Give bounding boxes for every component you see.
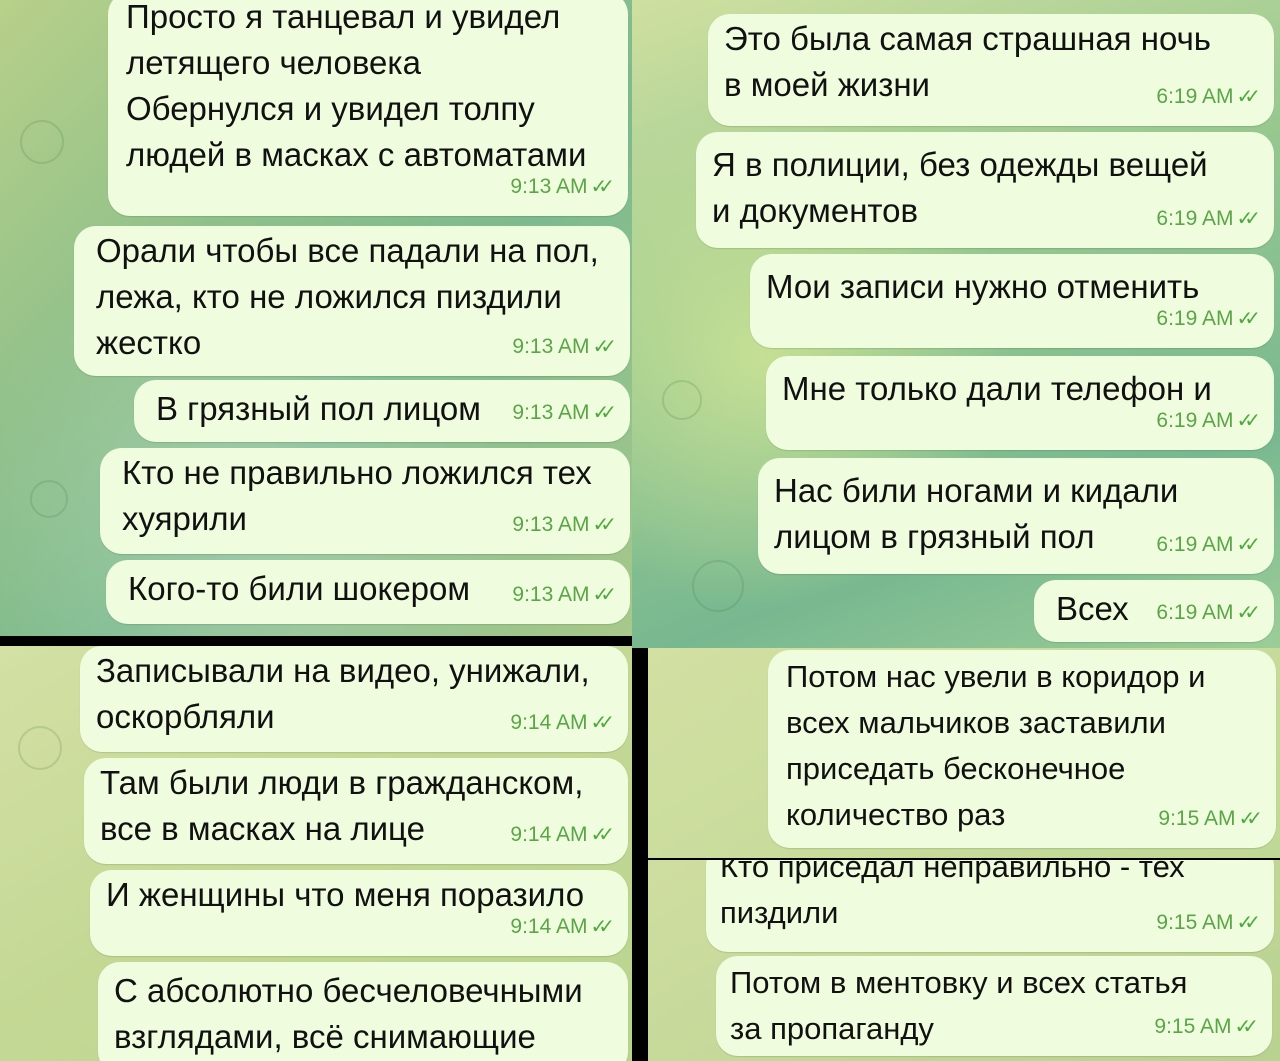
wallpaper-doodle xyxy=(30,480,68,518)
message-time: 9:13 AM xyxy=(512,335,590,358)
message-time: 6:19 AM xyxy=(1156,533,1234,556)
message-time: 6:19 AM xyxy=(1156,307,1234,330)
chat-panel-bottom-right-lower: Кто приседал неправильно - тех пиздили 9… xyxy=(648,860,1280,1061)
message-meta: 6:19 AM ✓✓ xyxy=(1156,296,1260,342)
read-checkmarks-icon: ✓✓ xyxy=(590,176,614,198)
message-meta: 9:13 AM ✓✓ xyxy=(510,164,614,210)
read-checkmarks-icon: ✓✓ xyxy=(1236,534,1260,556)
message-meta: 6:19 AM ✓✓ xyxy=(1156,522,1260,568)
message-meta: 9:15 AM ✓✓ xyxy=(1156,900,1260,946)
message-time: 6:19 AM xyxy=(1156,601,1234,624)
read-checkmarks-icon: ✓✓ xyxy=(1236,308,1260,330)
read-checkmarks-icon: ✓✓ xyxy=(1236,208,1260,230)
message-time: 9:13 AM xyxy=(512,401,590,424)
message-meta: 6:19 AM ✓✓ xyxy=(1156,398,1260,444)
message-bubble[interactable]: Потом в ментовку и всех статья за пропаг… xyxy=(716,956,1272,1056)
wallpaper-doodle xyxy=(20,120,64,164)
message-time: 6:19 AM xyxy=(1156,409,1234,432)
message-time: 6:19 AM xyxy=(1156,85,1234,108)
read-checkmarks-icon: ✓✓ xyxy=(590,712,614,734)
read-checkmarks-icon: ✓✓ xyxy=(592,514,616,536)
message-time: 9:14 AM xyxy=(510,711,588,734)
read-checkmarks-icon: ✓✓ xyxy=(1236,602,1260,624)
message-bubble[interactable]: Там были люди в гражданском, все в маска… xyxy=(84,758,628,864)
message-bubble[interactable]: Я в полиции, без одежды вещей и документ… xyxy=(696,132,1274,248)
chat-panel-bottom-left: Записывали на видео, унижали, оскорбляли… xyxy=(0,646,632,1061)
read-checkmarks-icon: ✓✓ xyxy=(592,336,616,358)
message-bubble[interactable]: И женщины что меня поразило 9:14 AM ✓✓ xyxy=(90,870,628,956)
message-bubble[interactable]: В грязный пол лицом 9:13 AM ✓✓ xyxy=(134,380,630,442)
read-checkmarks-icon: ✓✓ xyxy=(1236,912,1260,934)
message-bubble[interactable]: Просто я танцевал и увидел летящего чело… xyxy=(108,0,628,216)
message-meta: 6:19 AM ✓✓ xyxy=(1156,590,1260,636)
message-bubble[interactable]: Мне только дали телефон и 6:19 AM ✓✓ xyxy=(766,356,1274,450)
message-meta: 6:19 AM ✓✓ xyxy=(1156,74,1260,120)
message-time: 6:19 AM xyxy=(1156,207,1234,230)
wallpaper-doodle xyxy=(692,560,744,612)
wallpaper-doodle xyxy=(662,380,702,420)
message-text: Просто я танцевал и увидел летящего чело… xyxy=(126,0,587,173)
chat-panel-bottom-right-upper: Потом нас увели в коридор и всех мальчик… xyxy=(648,648,1280,858)
message-meta: 9:15 AM ✓✓ xyxy=(1158,796,1262,842)
message-time: 9:15 AM xyxy=(1154,1015,1232,1038)
message-bubble[interactable]: Потом нас увели в коридор и всех мальчик… xyxy=(768,650,1276,848)
read-checkmarks-icon: ✓✓ xyxy=(592,402,616,424)
message-text: С абсолютно бесчеловечными взглядами, вс… xyxy=(114,972,583,1055)
wallpaper-doodle xyxy=(18,726,62,770)
message-meta: 9:14 AM ✓✓ xyxy=(510,700,614,746)
message-bubble[interactable]: Записывали на видео, унижали, оскорбляли… xyxy=(80,646,628,752)
message-time: 9:13 AM xyxy=(512,513,590,536)
message-bubble[interactable]: Кто приседал неправильно - тех пиздили 9… xyxy=(706,860,1274,952)
read-checkmarks-icon: ✓✓ xyxy=(1236,410,1260,432)
message-bubble[interactable]: Кого-то били шокером 9:13 AM ✓✓ xyxy=(106,560,630,624)
message-meta: 6:19 AM ✓✓ xyxy=(1156,196,1260,242)
chat-panel-top-right: Это была самая страшная ночь в моей жизн… xyxy=(632,0,1280,648)
message-time: 9:15 AM xyxy=(1156,911,1234,934)
read-checkmarks-icon: ✓✓ xyxy=(1236,86,1260,108)
message-meta: 9:14 AM ✓✓ xyxy=(510,904,614,950)
message-bubble[interactable]: Нас били ногами и кидали лицом в грязный… xyxy=(758,458,1274,574)
message-time: 9:13 AM xyxy=(510,175,588,198)
message-time: 9:14 AM xyxy=(510,915,588,938)
message-bubble[interactable]: С абсолютно бесчеловечными взглядами, вс… xyxy=(98,962,628,1061)
message-bubble[interactable]: Орали чтобы все падали на пол, лежа, кто… xyxy=(74,226,630,376)
message-meta: 9:14 AM ✓✓ xyxy=(510,812,614,858)
message-bubble[interactable]: Кто не правильно ложился тех хуярили 9:1… xyxy=(100,448,630,554)
read-checkmarks-icon: ✓✓ xyxy=(592,584,616,606)
message-bubble[interactable]: Мои записи нужно отменить 6:19 AM ✓✓ xyxy=(750,254,1274,348)
read-checkmarks-icon: ✓✓ xyxy=(1238,808,1262,830)
message-meta: 9:13 AM ✓✓ xyxy=(512,502,616,548)
message-time: 9:13 AM xyxy=(512,583,590,606)
message-bubble[interactable]: Это была самая страшная ночь в моей жизн… xyxy=(708,14,1274,126)
message-time: 9:14 AM xyxy=(510,823,588,846)
message-meta: 9:13 AM ✓✓ xyxy=(512,324,616,370)
chat-panel-top-left: Просто я танцевал и увидел летящего чело… xyxy=(0,0,632,636)
read-checkmarks-icon: ✓✓ xyxy=(1234,1016,1258,1038)
message-bubble[interactable]: Всех 6:19 AM ✓✓ xyxy=(1034,580,1274,642)
read-checkmarks-icon: ✓✓ xyxy=(590,916,614,938)
message-meta: 9:15 AM ✓✓ xyxy=(1154,1004,1258,1050)
message-time: 9:15 AM xyxy=(1158,807,1236,830)
message-meta: 9:13 AM ✓✓ xyxy=(512,390,616,436)
message-meta: 9:13 AM ✓✓ xyxy=(512,572,616,618)
read-checkmarks-icon: ✓✓ xyxy=(590,824,614,846)
panel-divider xyxy=(632,808,648,834)
